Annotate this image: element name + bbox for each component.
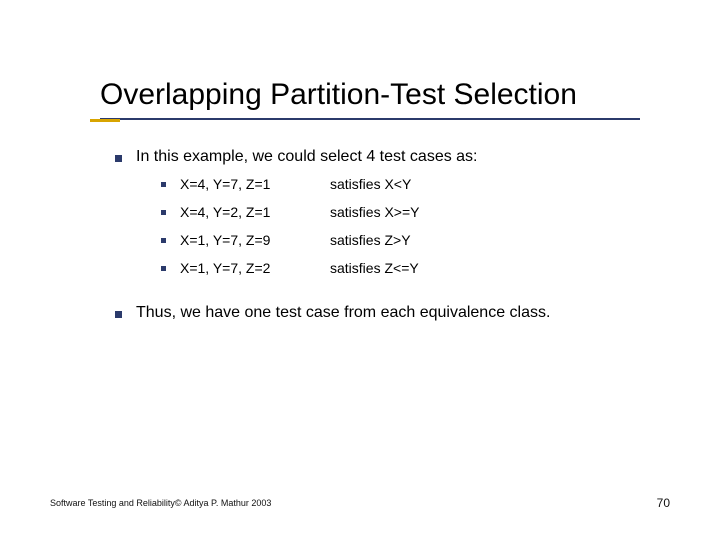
case-values: X=4, Y=7, Z=1	[180, 176, 330, 192]
title-accent	[90, 119, 120, 122]
footer-copyright: Software Testing and Reliability© Aditya…	[50, 498, 271, 508]
slide: Overlapping Partition-Test Selection In …	[0, 0, 720, 540]
square-bullet-icon	[161, 266, 166, 271]
slide-title: Overlapping Partition-Test Selection	[100, 78, 680, 111]
square-bullet-icon	[161, 238, 166, 243]
intro-text: In this example, we could select 4 test …	[136, 148, 478, 166]
list-item: X=1, Y=7, Z=9 satisfies Z>Y	[161, 232, 660, 248]
square-bullet-icon	[161, 182, 166, 187]
square-bullet-icon	[115, 311, 122, 318]
test-case-list: X=4, Y=7, Z=1 satisfies X<Y X=4, Y=2, Z=…	[161, 176, 660, 276]
case-condition: satisfies X<Y	[330, 176, 530, 192]
title-wrap: Overlapping Partition-Test Selection	[100, 78, 680, 111]
case-values: X=4, Y=2, Z=1	[180, 204, 330, 220]
case-values: X=1, Y=7, Z=9	[180, 232, 330, 248]
page-number: 70	[657, 496, 670, 510]
bullet-intro: In this example, we could select 4 test …	[115, 148, 660, 166]
slide-body: In this example, we could select 4 test …	[115, 148, 660, 332]
spacer	[115, 288, 660, 304]
bullet-conclusion: Thus, we have one test case from each eq…	[115, 304, 660, 322]
conclusion-text: Thus, we have one test case from each eq…	[136, 304, 550, 322]
list-item: X=4, Y=2, Z=1 satisfies X>=Y	[161, 204, 660, 220]
case-condition: satisfies Z<=Y	[330, 260, 530, 276]
square-bullet-icon	[161, 210, 166, 215]
list-item: X=1, Y=7, Z=2 satisfies Z<=Y	[161, 260, 660, 276]
square-bullet-icon	[115, 155, 122, 162]
case-condition: satisfies Z>Y	[330, 232, 530, 248]
list-item: X=4, Y=7, Z=1 satisfies X<Y	[161, 176, 660, 192]
title-underline	[100, 118, 640, 120]
case-condition: satisfies X>=Y	[330, 204, 530, 220]
case-values: X=1, Y=7, Z=2	[180, 260, 330, 276]
